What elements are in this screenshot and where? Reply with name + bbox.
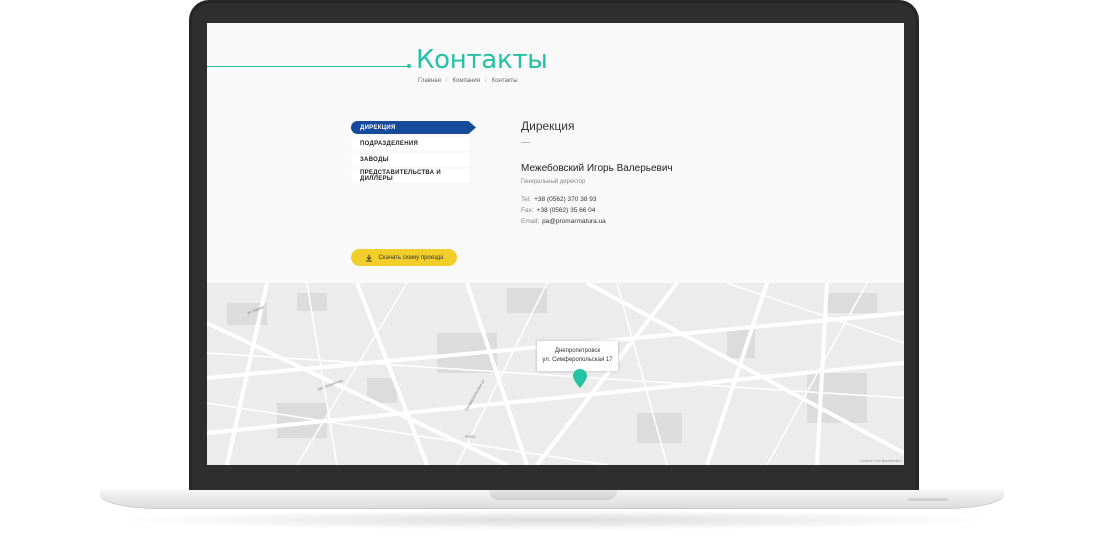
map-roads: [207, 283, 904, 465]
map-street-label: PRICE: [465, 435, 476, 439]
breadcrumb-company[interactable]: Компания: [453, 78, 480, 84]
map-copyright: Creative Club Bandulenkov: [859, 459, 902, 463]
sidebar-item-factories[interactable]: Заводы: [351, 153, 469, 166]
contact-email-value[interactable]: pa@promarmatura.ua: [542, 218, 606, 225]
sidebar-menu: Дирекция Подразделения Заводы Представит…: [351, 121, 476, 185]
page-title: Контакты: [416, 45, 548, 75]
laptop-shadow: [110, 510, 1000, 530]
breadcrumb: Главная / Компания / Контакты: [418, 78, 518, 84]
breadcrumb-separator: /: [445, 78, 448, 84]
laptop-notch: [489, 490, 617, 500]
download-map-button[interactable]: Скачать схему проезда: [351, 249, 457, 266]
map-city: Днепропетровск: [554, 348, 601, 354]
breadcrumb-current: Контакты: [491, 78, 518, 84]
contact-fax: Fax: +38 (0562) 35 66 04: [521, 207, 595, 214]
breadcrumb-home[interactable]: Главная: [418, 78, 441, 84]
title-dot: [407, 64, 411, 68]
download-label: Скачать схему проезда: [378, 254, 444, 261]
contact-fax-label: Fax:: [521, 207, 534, 214]
breadcrumb-separator: /: [484, 78, 487, 84]
download-icon: [365, 254, 372, 262]
contact-email: Email: pa@promarmatura.ua: [521, 218, 606, 225]
map[interactable]: вул. Погребняка Симферопольская ул. ул. …: [207, 283, 904, 465]
section-divider: [521, 142, 530, 143]
contact-tel-label: Tel:: [521, 196, 532, 203]
contact-email-label: Email:: [521, 218, 540, 225]
sidebar-item-departments[interactable]: Подразделения: [351, 137, 469, 150]
screen: Контакты Главная / Компания / Контакты Д…: [207, 23, 904, 465]
title-line: [207, 66, 409, 67]
person-role: Генеральный директор: [521, 179, 586, 185]
contact-tel-value[interactable]: +38 (0562) 370 38 93: [534, 196, 596, 203]
map-address-popup: Днепропетровск ул. Симферопольская 17: [537, 341, 618, 371]
section-title: Дирекция: [521, 119, 575, 133]
sidebar-item-direction[interactable]: Дирекция: [351, 121, 476, 134]
map-marker-icon[interactable]: [573, 369, 587, 388]
laptop-led: [908, 498, 948, 501]
sidebar-item-dealers[interactable]: Представительства и диллеры: [351, 169, 469, 182]
person-name: Межебовский Игорь Валерьевич: [521, 163, 673, 174]
contact-tel: Tel: +38 (0562) 370 38 93: [521, 196, 596, 203]
contact-fax-value: +38 (0562) 35 66 04: [536, 207, 596, 214]
map-address: ул. Симферопольская 17: [542, 357, 613, 363]
